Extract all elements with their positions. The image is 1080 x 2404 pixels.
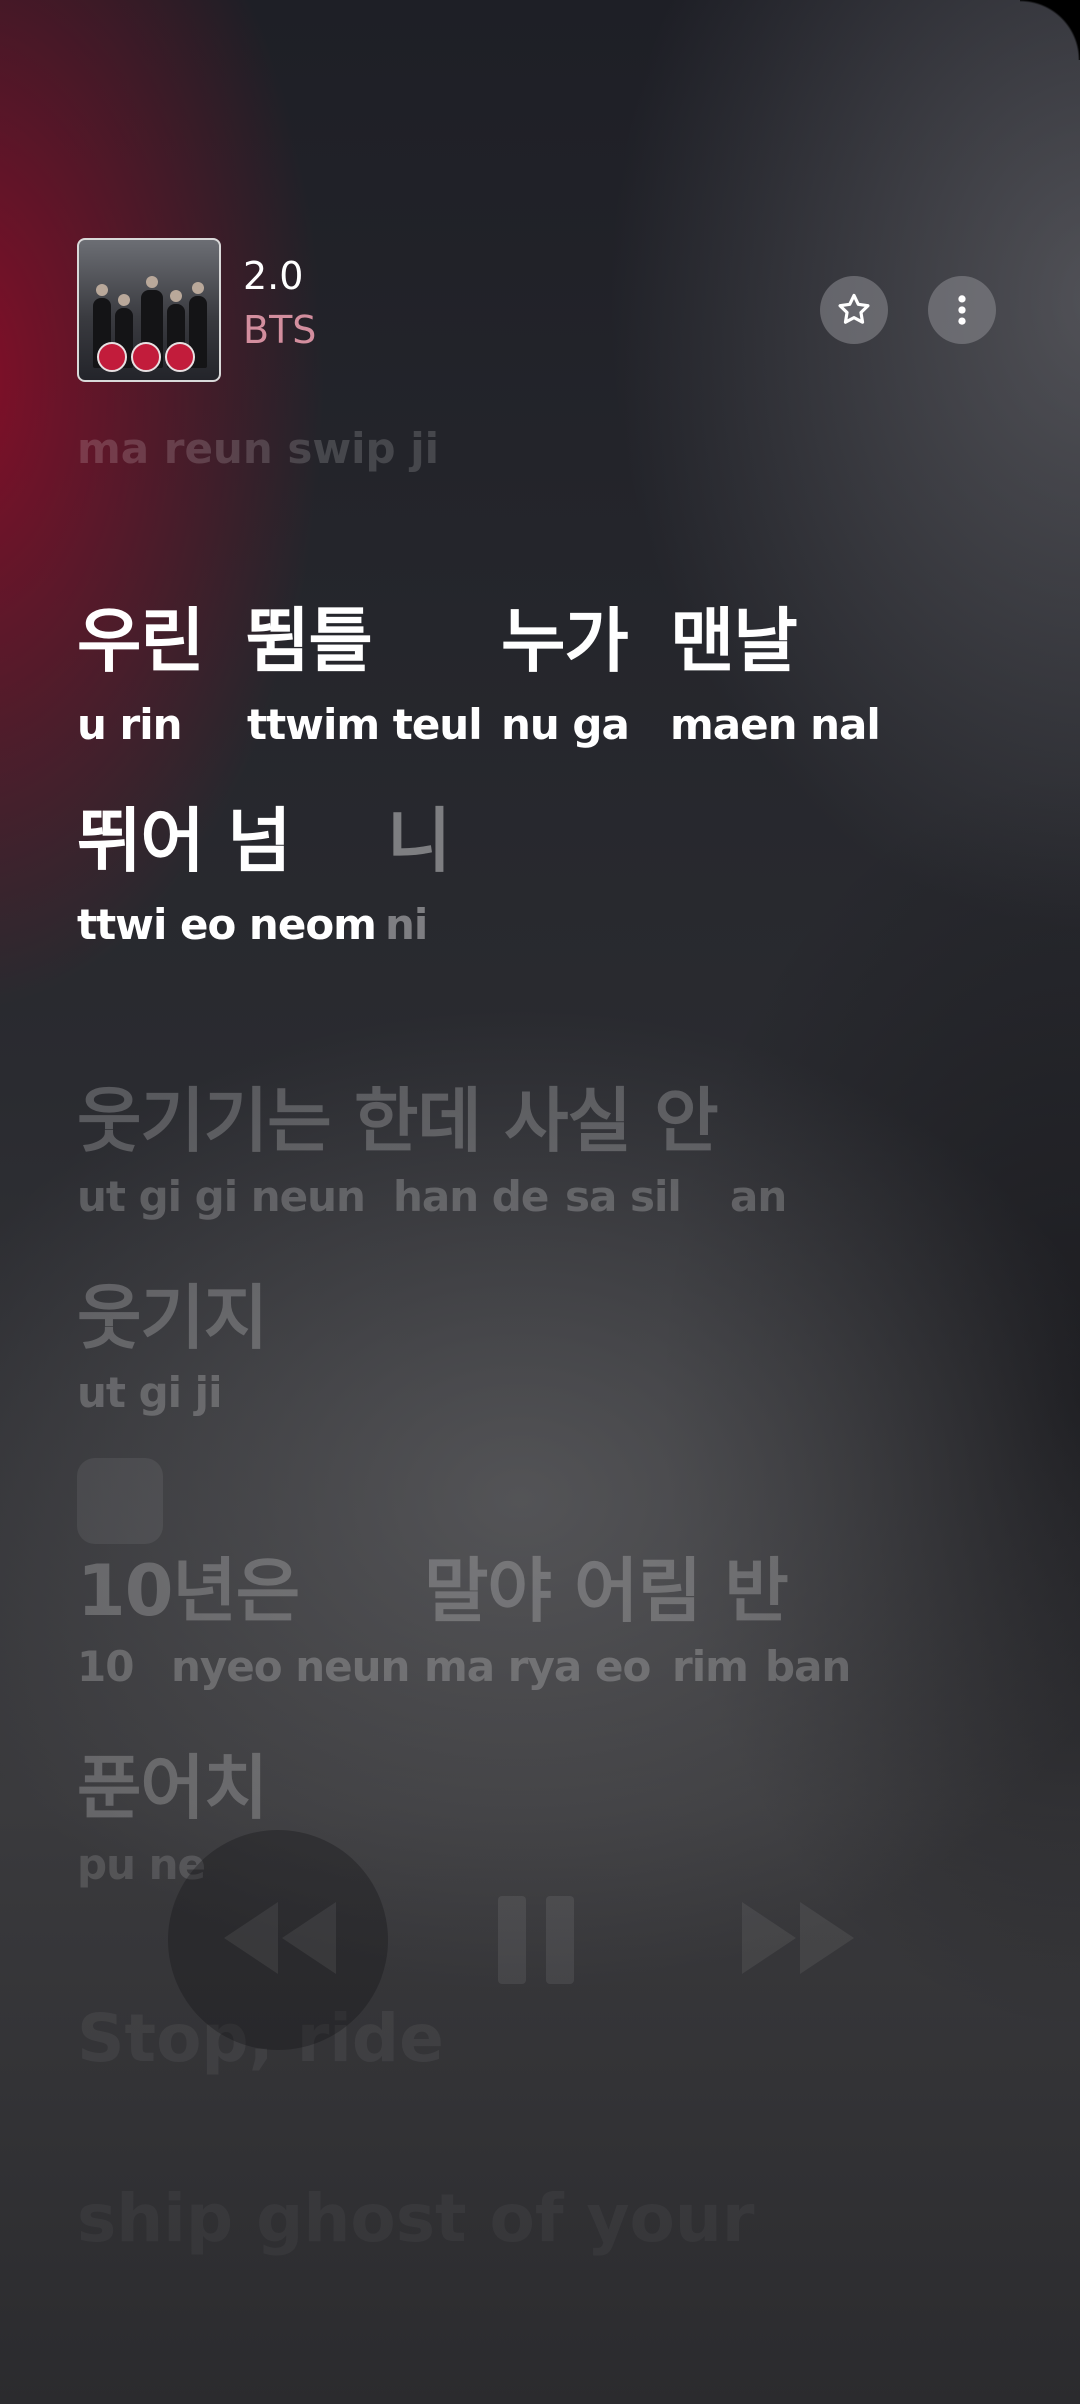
track-artist[interactable]: BTS <box>243 308 316 352</box>
lyric-line-korean: 우린 뜀틀 누가 맨날 <box>77 585 1037 682</box>
lyric-word: 뛰어 넘 <box>77 800 292 882</box>
lyric-romanization-word-upcoming: ni <box>385 900 428 949</box>
lyric-romanization-word: nu ga <box>501 700 630 749</box>
lyric-romanization-word: nyeo neun <box>171 1642 410 1691</box>
lyric-romanization-word: sa sil <box>565 1172 682 1221</box>
lyric-word: 10년은 <box>77 1550 300 1632</box>
lyric-romanization-word: ut gi gi neun <box>77 1172 366 1221</box>
lyric-romanization-word: maen nal <box>670 700 881 749</box>
lyric-romanization-word: han de <box>393 1172 549 1221</box>
lyric-romanization-word: ttwi eo neom <box>77 900 377 949</box>
rewind-icon[interactable] <box>218 1890 342 1986</box>
now-playing-header: 2.0 BTS <box>77 238 1003 382</box>
lyric-line-korean: 웃기지 <box>77 1277 268 1359</box>
playback-controls <box>0 1830 1080 2070</box>
lyric-line-romanization: ut gi gi neun han de sa sil an <box>77 1172 1037 1228</box>
album-art-figure-head <box>118 294 130 306</box>
album-art-figure-head <box>170 290 182 302</box>
lyric-word: 맨날 <box>670 600 798 682</box>
star-icon <box>838 293 870 324</box>
pause-icon[interactable] <box>494 1892 578 1988</box>
album-art-emblem <box>165 342 195 372</box>
lyric-line-korean: 뛰어 넘 니 <box>77 785 1037 882</box>
ghost-lyric-line: ship ghost of your <box>77 2180 754 2257</box>
lyric-romanization-word: an <box>730 1172 787 1221</box>
track-title[interactable]: 2.0 <box>243 254 303 298</box>
lyric-romanization-word: ma rya <box>424 1642 582 1691</box>
album-art-figure-head <box>96 284 108 296</box>
screen-corner <box>1020 0 1080 60</box>
lyric-line-korean: 10년은 말야 어림 반 <box>77 1535 1037 1632</box>
more-options-button[interactable] <box>928 276 996 344</box>
lyric-line-romanization: ut gi ji <box>77 1368 222 1417</box>
album-art-figure-head <box>192 282 204 294</box>
lyric-line-romanization: u rin ttwim teul nu ga maen nal <box>77 700 1037 756</box>
lyric-word: 뜀틀 <box>245 600 373 682</box>
fast-forward-icon[interactable] <box>736 1890 860 1986</box>
app-overlay-icon <box>77 1458 163 1544</box>
album-art[interactable] <box>77 238 221 382</box>
lyric-romanization-word: ttwim teul <box>247 700 483 749</box>
lyric-line-romanization: ttwi eo neom ni <box>77 900 1037 956</box>
lyric-line-korean: 웃기기는 한데 사실 안 <box>77 1080 719 1162</box>
album-art-figure-head <box>146 276 158 288</box>
lyric-romanization-word: rim <box>672 1642 749 1691</box>
lyric-word: 우린 <box>77 600 205 682</box>
favorite-button[interactable] <box>820 276 888 344</box>
lyric-word: 말야 어림 반 <box>424 1550 789 1632</box>
album-art-emblem <box>97 342 127 372</box>
previous-lyric-romanization: ma reun swip ji <box>77 424 440 473</box>
lyric-word-upcoming: 니 <box>387 800 451 882</box>
lyric-romanization-word: eo <box>595 1642 651 1691</box>
lyric-romanization-word: 10 <box>77 1642 134 1691</box>
lyric-line-romanization: 10 nyeo neun ma rya eo rim ban <box>77 1642 1037 1698</box>
album-art-emblem <box>131 342 161 372</box>
lyric-romanization-word: u rin <box>77 700 183 749</box>
lyric-line-korean: 푼어치 <box>77 1747 268 1829</box>
lyric-romanization-word: ban <box>765 1642 851 1691</box>
lyric-word: 누가 <box>501 600 629 682</box>
more-vertical-icon <box>958 295 966 325</box>
